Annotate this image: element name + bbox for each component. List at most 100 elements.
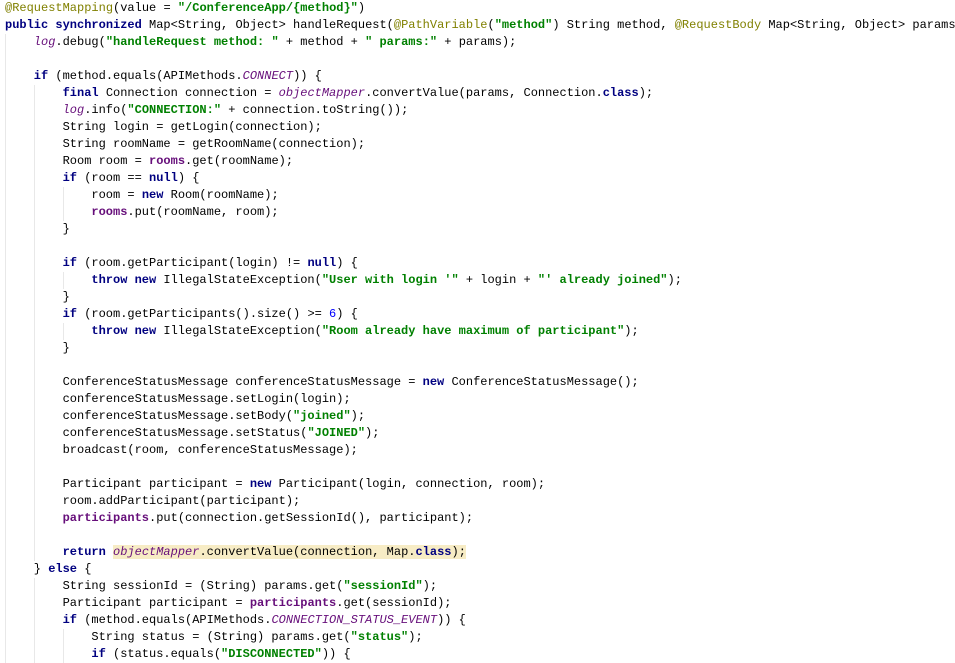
code-line[interactable]: String roomName = getRoomName(connection…	[5, 136, 955, 153]
keyword: return	[62, 545, 114, 559]
indent-guide	[5, 170, 34, 187]
indent-guide	[5, 289, 34, 306]
indent-guide	[33, 340, 63, 357]
code-line[interactable]	[5, 527, 955, 544]
code-line[interactable]: participants.put(connection.getSessionId…	[5, 510, 955, 527]
indent-guide	[33, 374, 63, 391]
code-line[interactable]: conferenceStatusMessage.setLogin(login);	[5, 391, 955, 408]
code-line[interactable]	[5, 51, 955, 68]
code-text: )) {	[321, 647, 351, 661]
indent-guide	[5, 68, 34, 85]
field: participants	[249, 596, 337, 610]
keyword: new	[249, 477, 279, 491]
indent-guide	[33, 425, 63, 442]
indent-guide	[33, 595, 63, 612]
code-line[interactable]: broadcast(room, conferenceStatusMessage)…	[5, 442, 955, 459]
code-line[interactable]: Participant participant = participants.g…	[5, 595, 955, 612]
code-text: room.addParticipant(participant);	[62, 494, 301, 508]
code-text: .put(roomName, room);	[127, 205, 279, 219]
code-line[interactable]: Participant participant = new Participan…	[5, 476, 955, 493]
indent-guide	[5, 442, 34, 459]
code-line[interactable]: room = new Room(roomName);	[5, 187, 955, 204]
keyword: else	[48, 562, 78, 576]
static-field: log	[33, 35, 56, 49]
code-line[interactable]: if (method.equals(APIMethods.CONNECT)) {	[5, 68, 955, 85]
code-line[interactable]: }	[5, 289, 955, 306]
annotation: @RequestMapping	[5, 1, 114, 15]
code-text: )	[357, 1, 366, 15]
indent-guide	[33, 612, 63, 629]
code-text: (room.getParticipants().size() >=	[77, 307, 330, 321]
keyword: if	[33, 69, 49, 83]
indent-guide	[5, 357, 34, 374]
indent-guide	[5, 306, 34, 323]
indent-guide	[5, 544, 34, 561]
code-line[interactable]: conferenceStatusMessage.setBody("joined"…	[5, 408, 955, 425]
code-line[interactable]: if (room == null) {	[5, 170, 955, 187]
keyword: new	[422, 375, 452, 389]
annotation: @PathVariable	[393, 18, 488, 32]
code-line[interactable]	[5, 238, 955, 255]
code-line[interactable]: if (room.getParticipant(login) != null) …	[5, 255, 955, 272]
code-line[interactable]: throw new IllegalStateException("Room al…	[5, 323, 955, 340]
keyword: if	[62, 256, 77, 270]
code-text: room =	[91, 188, 142, 202]
code-text: }	[62, 290, 70, 304]
indent-guide	[33, 204, 63, 221]
indent-guide	[5, 374, 34, 391]
code-line[interactable]	[5, 459, 955, 476]
code-line[interactable]: }	[5, 340, 955, 357]
string-literal: "sessionId"	[343, 579, 423, 593]
indent-guide	[5, 510, 34, 527]
indent-guide	[62, 204, 92, 221]
code-line[interactable]: final Connection connection = objectMapp…	[5, 85, 955, 102]
code-line[interactable]: return objectMapper.convertValue(connect…	[5, 544, 955, 561]
indent-guide	[33, 221, 63, 238]
indent-guide	[5, 391, 34, 408]
code-line[interactable]: String status = (String) params.get("sta…	[5, 629, 955, 646]
indent-guide	[33, 255, 63, 272]
code-text: broadcast(room, conferenceStatusMessage)…	[62, 443, 358, 457]
keyword: if	[91, 647, 106, 661]
code-line[interactable]: throw new IllegalStateException("User wi…	[5, 272, 955, 289]
code-line[interactable]: if (method.equals(APIMethods.CONNECTION_…	[5, 612, 955, 629]
code-line[interactable]: Room room = rooms.get(roomName);	[5, 153, 955, 170]
indent-guide	[62, 187, 92, 204]
code-text: );	[624, 324, 639, 338]
code-line[interactable]: rooms.put(roomName, room);	[5, 204, 955, 221]
code-line[interactable]: } else {	[5, 561, 955, 578]
code-text: }	[62, 341, 70, 355]
code-line[interactable]: log.debug("handleRequest method: " + met…	[5, 34, 955, 51]
indent-guide	[5, 34, 34, 51]
indent-guide	[5, 102, 34, 119]
code-text: }	[33, 562, 49, 576]
keyword: class	[415, 545, 452, 559]
code-line[interactable]: ConferenceStatusMessage conferenceStatus…	[5, 374, 955, 391]
annotation: @RequestBody	[674, 18, 762, 32]
code-line[interactable]: String login = getLogin(connection);	[5, 119, 955, 136]
code-line[interactable]: public synchronized Map<String, Object> …	[5, 17, 955, 34]
code-editor[interactable]: @RequestMapping(value = "/ConferenceApp/…	[0, 0, 955, 663]
code-line[interactable]: if (room.getParticipants().size() >= 6) …	[5, 306, 955, 323]
code-line[interactable]: String sessionId = (String) params.get("…	[5, 578, 955, 595]
string-literal: "handleRequest method: "	[105, 35, 279, 49]
code-text: Connection connection =	[105, 86, 279, 100]
code-text: .convertValue(connection, Map.	[199, 545, 416, 559]
code-line[interactable]: log.info("CONNECTION:" + connection.toSt…	[5, 102, 955, 119]
indent-guide	[5, 476, 34, 493]
keyword: throw new	[91, 273, 164, 287]
indent-guide	[5, 136, 34, 153]
string-literal: "status"	[350, 630, 409, 644]
code-line[interactable]: conferenceStatusMessage.setStatus("JOINE…	[5, 425, 955, 442]
code-line[interactable]: @RequestMapping(value = "/ConferenceApp/…	[5, 0, 955, 17]
code-text: );	[408, 630, 423, 644]
code-text: + params);	[437, 35, 517, 49]
code-text: ) String method,	[552, 18, 675, 32]
code-line[interactable]	[5, 357, 955, 374]
code-line[interactable]: }	[5, 221, 955, 238]
code-line[interactable]: room.addParticipant(participant);	[5, 493, 955, 510]
code-text: Room room =	[62, 154, 150, 168]
code-text: );	[638, 86, 654, 100]
string-literal: "User with login '"	[321, 273, 459, 287]
indent-guide	[5, 425, 34, 442]
